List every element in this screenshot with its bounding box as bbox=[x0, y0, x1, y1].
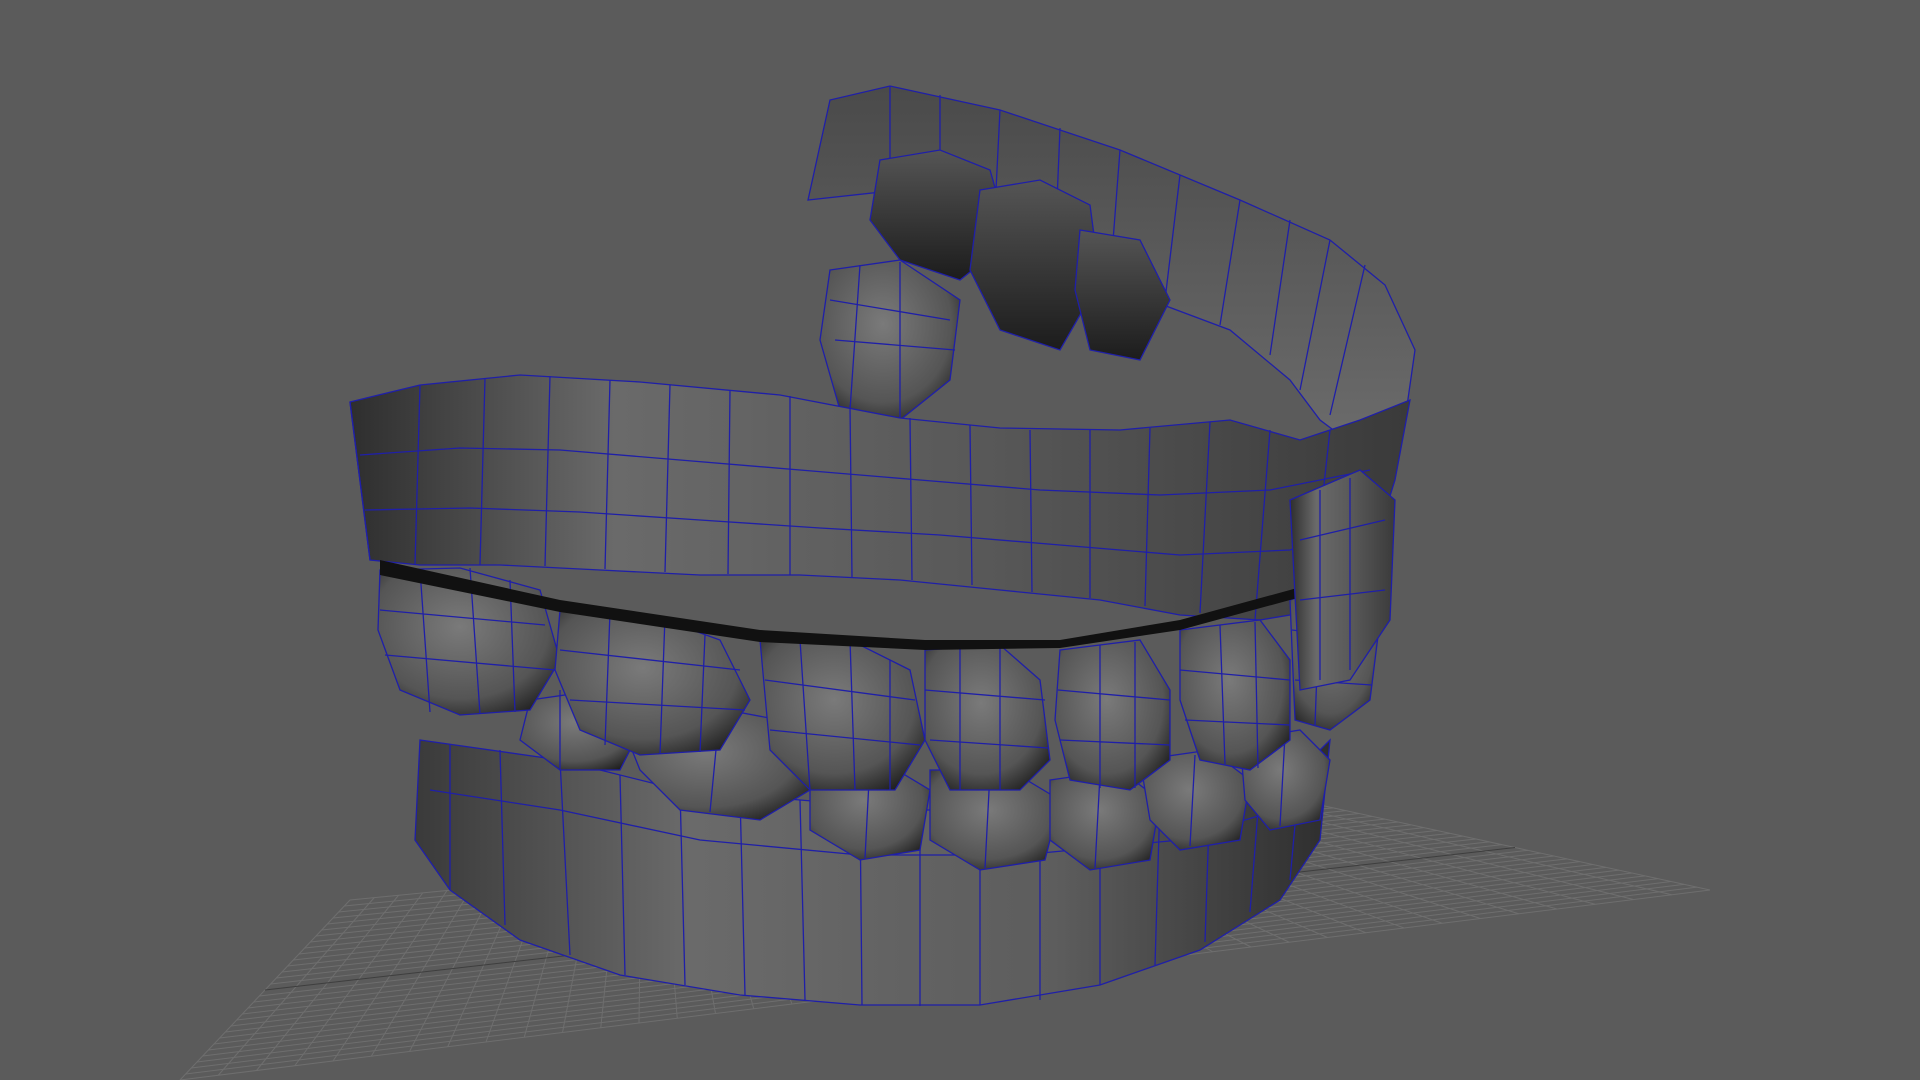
viewport-canvas[interactable] bbox=[0, 0, 1920, 1080]
right-side-teeth bbox=[1289, 469, 1396, 691]
3d-viewport[interactable] bbox=[0, 0, 1920, 1080]
